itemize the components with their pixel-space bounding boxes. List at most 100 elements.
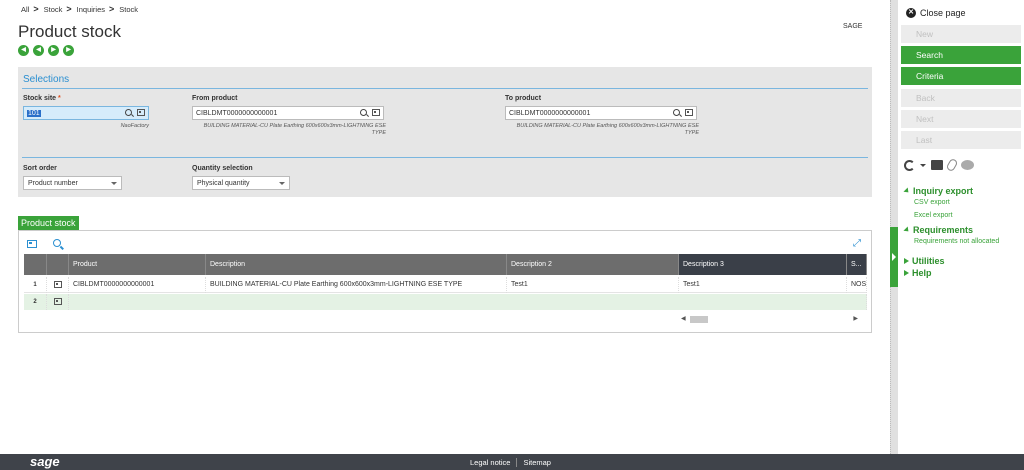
- selections-panel: Selections Stock site * 101 NaoFactory F…: [18, 67, 872, 197]
- requirements-section[interactable]: Requirements: [903, 225, 974, 235]
- stock-site-hint: NaoFactory: [120, 123, 149, 129]
- stock-site-value: 101: [27, 110, 41, 117]
- table-row[interactable]: 1 CIBLDMT0000000000001 BUILDING MATERIAL…: [24, 277, 867, 293]
- next-record-icon[interactable]: ▶: [48, 45, 59, 56]
- from-product-hint: BUILDING MATERIAL-CU Plate Earthing 600x…: [203, 123, 386, 136]
- column-header-icon: [47, 254, 69, 275]
- card-icon[interactable]: [372, 109, 380, 116]
- sort-order-value: Product number: [28, 180, 78, 187]
- last-record-icon[interactable]: ▶: [63, 45, 74, 56]
- close-icon: ✕: [906, 8, 916, 18]
- required-marker: *: [58, 95, 61, 102]
- expanded-icon: [903, 226, 911, 234]
- previous-record-icon[interactable]: ◀: [33, 45, 44, 56]
- to-product-hint: BUILDING MATERIAL-CU Plate Earthing 600x…: [516, 123, 699, 136]
- to-product-value: CIBLDMT0000000000001: [509, 110, 591, 117]
- sort-order-select[interactable]: Product number: [23, 176, 122, 190]
- search-icon[interactable]: [673, 109, 680, 116]
- to-product-input[interactable]: CIBLDMT0000000000001: [505, 106, 697, 120]
- breadcrumb-separator: >: [109, 4, 115, 14]
- grid-horizontal-scrollbar[interactable]: ◀ ▶: [679, 315, 862, 324]
- csv-export-link[interactable]: CSV export: [914, 199, 950, 206]
- card-icon[interactable]: [137, 109, 145, 116]
- breadcrumb-separator: >: [66, 4, 72, 14]
- help-section[interactable]: Help: [904, 268, 932, 278]
- description-cell[interactable]: BUILDING MATERIAL-CU Plate Earthing 600x…: [206, 277, 507, 293]
- inquiry-export-section[interactable]: Inquiry export: [903, 186, 974, 196]
- description3-cell[interactable]: Test1: [679, 277, 847, 293]
- attachment-icon[interactable]: [945, 157, 959, 173]
- sort-order-label: Sort order: [23, 165, 57, 172]
- expanded-icon: [903, 187, 911, 195]
- requirements-not-allocated-link[interactable]: Requirements not allocated: [914, 238, 999, 245]
- breadcrumb-stock[interactable]: Stock: [44, 5, 63, 14]
- panel-tools: [904, 157, 974, 173]
- table-row[interactable]: 2: [24, 294, 867, 310]
- row-number: 1: [24, 277, 47, 293]
- scroll-thumb[interactable]: [690, 316, 708, 323]
- card-view-icon[interactable]: [27, 240, 37, 248]
- column-header-description3[interactable]: Description 3: [679, 254, 847, 275]
- search-button[interactable]: Search: [901, 46, 1021, 64]
- breadcrumb-inquiries[interactable]: Inquiries: [77, 5, 105, 14]
- next-button[interactable]: Next: [901, 110, 1021, 128]
- stock-site-label: Stock site *: [23, 95, 61, 102]
- sage-logo: sage: [30, 454, 60, 469]
- criteria-button[interactable]: Criteria: [901, 67, 1021, 85]
- column-header-num: [24, 254, 47, 275]
- card-icon[interactable]: [685, 109, 693, 116]
- utilities-section[interactable]: Utilities: [904, 256, 945, 266]
- row-detail-cell[interactable]: [47, 294, 69, 310]
- requirements-title: Requirements: [913, 225, 974, 235]
- page-title: Product stock: [18, 22, 121, 41]
- stock-site-input[interactable]: 101: [23, 106, 149, 120]
- from-product-input[interactable]: CIBLDMT0000000000001: [192, 106, 384, 120]
- s-cell[interactable]: NOS: [847, 277, 867, 293]
- search-icon[interactable]: [53, 239, 61, 247]
- card-icon[interactable]: [54, 298, 62, 305]
- row-detail-cell[interactable]: [47, 277, 69, 293]
- breadcrumb-current: Stock: [119, 4, 139, 14]
- column-header-s[interactable]: S...: [847, 254, 867, 275]
- utilities-title: Utilities: [912, 256, 945, 266]
- search-icon[interactable]: [125, 109, 132, 116]
- selections-divider: [22, 88, 868, 89]
- last-button[interactable]: Last: [901, 131, 1021, 149]
- expand-icon[interactable]: ⤢: [853, 239, 862, 249]
- row-number: 2: [24, 294, 47, 310]
- legal-notice-link[interactable]: Legal notice: [470, 458, 510, 467]
- quantity-selection-label: Quantity selection: [192, 165, 253, 172]
- excel-export-link[interactable]: Excel export: [914, 212, 953, 219]
- column-header-description[interactable]: Description: [206, 254, 507, 275]
- scroll-right-icon[interactable]: ▶: [853, 315, 858, 322]
- empty-row-cell[interactable]: [69, 294, 867, 310]
- description2-cell[interactable]: Test1: [507, 277, 679, 293]
- grid-header: Product Description Description 2 Descri…: [24, 254, 867, 275]
- column-header-product[interactable]: Product: [69, 254, 206, 275]
- close-page-button[interactable]: ✕ Close page: [906, 8, 966, 18]
- scroll-left-icon[interactable]: ◀: [681, 315, 686, 322]
- first-record-icon[interactable]: ◀: [18, 45, 29, 56]
- refresh-icon[interactable]: [904, 159, 915, 171]
- product-cell[interactable]: CIBLDMT0000000000001: [69, 277, 206, 293]
- record-navigation: ◀ ◀ ▶ ▶: [18, 45, 74, 56]
- card-icon[interactable]: [54, 281, 62, 288]
- column-header-description2[interactable]: Description 2: [507, 254, 679, 275]
- chevron-down-icon[interactable]: [920, 163, 926, 167]
- back-button[interactable]: Back: [901, 89, 1021, 107]
- print-icon[interactable]: [931, 160, 943, 170]
- breadcrumb: All > Stock > Inquiries > Stock: [21, 4, 138, 14]
- quantity-selection-select[interactable]: Physical quantity: [192, 176, 290, 190]
- chevron-down-icon: [279, 182, 285, 185]
- comment-icon[interactable]: [961, 160, 974, 170]
- new-button[interactable]: New: [901, 25, 1021, 43]
- search-icon[interactable]: [360, 109, 367, 116]
- selections-divider: [22, 157, 868, 158]
- panel-toggle-handle[interactable]: [890, 227, 898, 287]
- from-product-label: From product: [192, 95, 238, 102]
- to-product-label: To product: [505, 95, 542, 102]
- product-stock-grid: Product Description Description 2 Descri…: [24, 254, 867, 312]
- sitemap-link[interactable]: Sitemap: [523, 458, 551, 467]
- breadcrumb-all[interactable]: All: [21, 5, 29, 14]
- inquiry-export-title: Inquiry export: [913, 186, 974, 196]
